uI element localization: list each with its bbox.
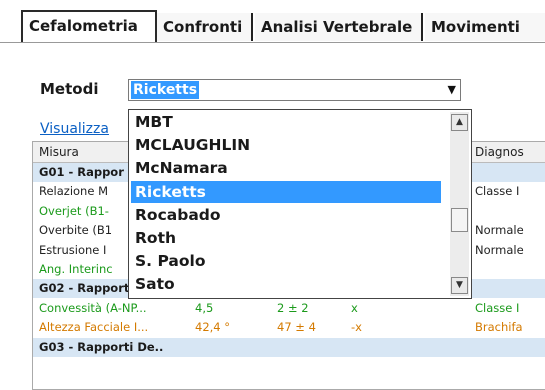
table-group-row[interactable]: G03 - Rapporti De... — [33, 337, 545, 357]
table-cell: 47 ± 4 — [277, 320, 316, 335]
table-cell: Classe I — [475, 300, 520, 315]
dropdown-option[interactable]: Rocabado — [131, 204, 441, 226]
table-cell: 42,4 ° — [195, 320, 231, 335]
method-select[interactable]: Ricketts ▼ — [128, 79, 461, 101]
table-cell: 2 ± 2 — [277, 300, 309, 315]
visualizza-link[interactable]: Visualizza — [40, 121, 130, 137]
table-cell: Altezza Facciale I... — [39, 320, 149, 335]
table-cell: Classe I — [475, 184, 520, 199]
table-cell: 4,5 — [195, 300, 214, 315]
table-cell: G03 - Rapporti De... — [39, 339, 164, 354]
tab-strip-divider — [0, 42, 545, 43]
scroll-up-icon[interactable]: ▲ — [451, 114, 468, 131]
scroll-down-icon[interactable]: ▼ — [451, 277, 468, 294]
dropdown-option[interactable]: S. Paolo — [131, 250, 441, 272]
dropdown-scrollbar[interactable]: ▲ ▼ — [450, 112, 469, 296]
scrollbar-thumb[interactable] — [451, 208, 468, 232]
dropdown-option[interactable]: Ricketts — [131, 180, 441, 203]
column-header-diagnosi[interactable]: Diagnos — [475, 145, 524, 159]
tab-confronti[interactable]: Confronti — [157, 13, 253, 41]
dropdown-option[interactable]: MCLAUGHLIN — [131, 134, 441, 156]
method-select-value: Ricketts — [131, 81, 200, 99]
table-cell: Convessità (A-NP... — [39, 300, 147, 315]
table-row[interactable]: Altezza Facciale I... 42,4 ° 47 ± 4 -x Brach… — [33, 318, 545, 337]
method-dropdown-list[interactable]: MBT MCLAUGHLIN McNamara Ricketts Rocabado Rot… — [128, 109, 472, 299]
dropdown-option[interactable]: Sato — [131, 273, 441, 295]
table-row[interactable]: Convessità (A-NP... 4,5 2 ± 2 x Classe I — [33, 299, 545, 318]
tab-cefalometria[interactable]: Cefalometria — [21, 10, 157, 42]
table-cell: -x — [351, 320, 362, 335]
dropdown-option[interactable]: Roth — [131, 227, 441, 249]
table-cell: Normale — [475, 242, 524, 257]
tab-movimenti[interactable]: Movimenti — [425, 13, 545, 41]
column-header-misura[interactable]: Misura — [39, 145, 79, 159]
table-cell: Normale — [475, 223, 524, 238]
dropdown-option[interactable]: MBT — [131, 111, 441, 133]
tab-analisi-vertebrale[interactable]: Analisi Vertebrale — [255, 13, 423, 41]
method-label: Metodi — [40, 80, 99, 98]
table-cell: x — [351, 300, 358, 315]
table-cell: Brachifa — [475, 320, 523, 335]
dropdown-option[interactable]: McNamara — [131, 157, 441, 179]
chevron-down-icon[interactable]: ▼ — [448, 83, 456, 96]
